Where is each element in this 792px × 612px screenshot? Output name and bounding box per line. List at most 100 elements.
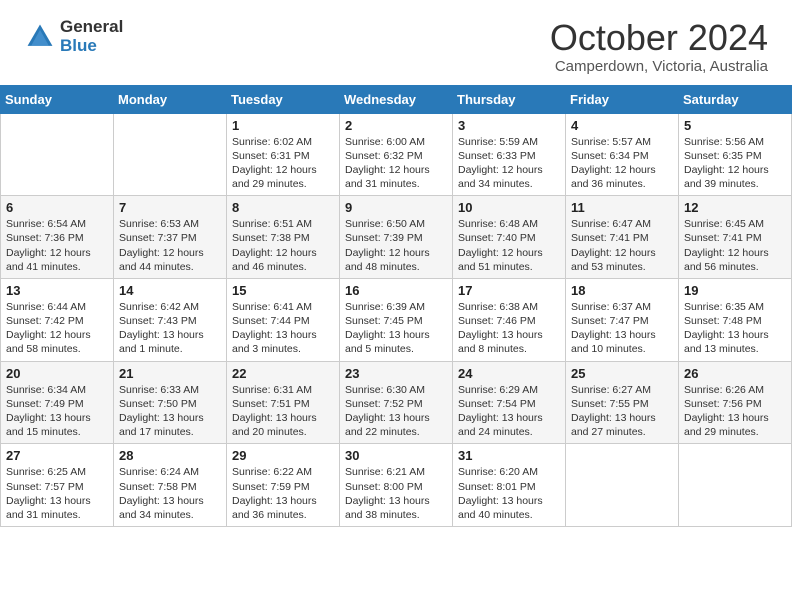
day-info: Sunrise: 6:21 AM Sunset: 8:00 PM Dayligh… bbox=[345, 465, 447, 522]
day-number: 20 bbox=[6, 366, 108, 381]
calendar-cell: 9 Sunrise: 6:50 AM Sunset: 7:39 PM Daylig… bbox=[340, 196, 453, 279]
day-number: 7 bbox=[119, 200, 221, 215]
day-info: Sunrise: 6:00 AM Sunset: 6:32 PM Dayligh… bbox=[345, 135, 447, 192]
weekday-header-wednesday: Wednesday bbox=[340, 85, 453, 113]
day-info: Sunrise: 6:33 AM Sunset: 7:50 PM Dayligh… bbox=[119, 383, 221, 440]
day-info: Sunrise: 6:26 AM Sunset: 7:56 PM Dayligh… bbox=[684, 383, 786, 440]
day-info: Sunrise: 6:37 AM Sunset: 7:47 PM Dayligh… bbox=[571, 300, 673, 357]
weekday-header-row: SundayMondayTuesdayWednesdayThursdayFrid… bbox=[1, 85, 792, 113]
day-info: Sunrise: 6:42 AM Sunset: 7:43 PM Dayligh… bbox=[119, 300, 221, 357]
day-number: 10 bbox=[458, 200, 560, 215]
calendar-cell: 16 Sunrise: 6:39 AM Sunset: 7:45 PM Dayli… bbox=[340, 278, 453, 361]
calendar-table: SundayMondayTuesdayWednesdayThursdayFrid… bbox=[0, 85, 792, 527]
day-number: 8 bbox=[232, 200, 334, 215]
day-info: Sunrise: 6:29 AM Sunset: 7:54 PM Dayligh… bbox=[458, 383, 560, 440]
calendar-cell: 6 Sunrise: 6:54 AM Sunset: 7:36 PM Daylig… bbox=[1, 196, 114, 279]
day-info: Sunrise: 6:54 AM Sunset: 7:36 PM Dayligh… bbox=[6, 217, 108, 274]
day-info: Sunrise: 6:20 AM Sunset: 8:01 PM Dayligh… bbox=[458, 465, 560, 522]
calendar-cell: 8Sunrise: 6:51 AM Sunset: 7:38 PM Daylig… bbox=[227, 196, 340, 279]
calendar-cell bbox=[679, 444, 792, 527]
calendar-cell: 5Sunrise: 5:56 AM Sunset: 6:35 PM Daylig… bbox=[679, 113, 792, 196]
calendar-cell: 31 Sunrise: 6:20 AM Sunset: 8:01 PM Dayli… bbox=[453, 444, 566, 527]
day-number: 9 bbox=[345, 200, 447, 215]
calendar-cell: 19 Sunrise: 6:35 AM Sunset: 7:48 PM Dayli… bbox=[679, 278, 792, 361]
day-number: 24 bbox=[458, 366, 560, 381]
day-number: 4 bbox=[571, 118, 673, 133]
day-number: 29 bbox=[232, 448, 334, 463]
day-number: 18 bbox=[571, 283, 673, 298]
day-number: 19 bbox=[684, 283, 786, 298]
calendar-cell: 30Sunrise: 6:21 AM Sunset: 8:00 PM Dayli… bbox=[340, 444, 453, 527]
logo-blue: Blue bbox=[60, 37, 123, 56]
location-subtitle: Camperdown, Victoria, Australia bbox=[550, 58, 768, 75]
day-number: 6 bbox=[6, 200, 108, 215]
day-info: Sunrise: 5:59 AM Sunset: 6:33 PM Dayligh… bbox=[458, 135, 560, 192]
weekday-header-sunday: Sunday bbox=[1, 85, 114, 113]
day-info: Sunrise: 6:25 AM Sunset: 7:57 PM Dayligh… bbox=[6, 465, 108, 522]
day-info: Sunrise: 6:22 AM Sunset: 7:59 PM Dayligh… bbox=[232, 465, 334, 522]
logo-text: General Blue bbox=[60, 18, 123, 55]
day-number: 3 bbox=[458, 118, 560, 133]
logo: General Blue bbox=[24, 18, 123, 55]
calendar-cell: 11 Sunrise: 6:47 AM Sunset: 7:41 PM Dayli… bbox=[566, 196, 679, 279]
day-info: Sunrise: 6:30 AM Sunset: 7:52 PM Dayligh… bbox=[345, 383, 447, 440]
calendar-cell bbox=[1, 113, 114, 196]
day-number: 22 bbox=[232, 366, 334, 381]
calendar-cell: 24 Sunrise: 6:29 AM Sunset: 7:54 PM Dayli… bbox=[453, 361, 566, 444]
day-info: Sunrise: 6:24 AM Sunset: 7:58 PM Dayligh… bbox=[119, 465, 221, 522]
day-number: 16 bbox=[345, 283, 447, 298]
day-info: Sunrise: 6:44 AM Sunset: 7:42 PM Dayligh… bbox=[6, 300, 108, 357]
day-number: 5 bbox=[684, 118, 786, 133]
calendar-cell: 26Sunrise: 6:26 AM Sunset: 7:56 PM Dayli… bbox=[679, 361, 792, 444]
day-number: 11 bbox=[571, 200, 673, 215]
day-number: 21 bbox=[119, 366, 221, 381]
calendar-cell: 2 Sunrise: 6:00 AM Sunset: 6:32 PM Daylig… bbox=[340, 113, 453, 196]
day-number: 31 bbox=[458, 448, 560, 463]
week-row-1: 1 Sunrise: 6:02 AM Sunset: 6:31 PM Daylig… bbox=[1, 113, 792, 196]
day-info: Sunrise: 6:34 AM Sunset: 7:49 PM Dayligh… bbox=[6, 383, 108, 440]
calendar-cell: 20 Sunrise: 6:34 AM Sunset: 7:49 PM Dayli… bbox=[1, 361, 114, 444]
calendar-cell: 23Sunrise: 6:30 AM Sunset: 7:52 PM Dayli… bbox=[340, 361, 453, 444]
calendar-cell: 22Sunrise: 6:31 AM Sunset: 7:51 PM Dayli… bbox=[227, 361, 340, 444]
week-row-2: 6 Sunrise: 6:54 AM Sunset: 7:36 PM Daylig… bbox=[1, 196, 792, 279]
calendar-cell: 4Sunrise: 5:57 AM Sunset: 6:34 PM Daylig… bbox=[566, 113, 679, 196]
day-info: Sunrise: 6:50 AM Sunset: 7:39 PM Dayligh… bbox=[345, 217, 447, 274]
title-block: October 2024 Camperdown, Victoria, Austr… bbox=[550, 18, 768, 75]
day-info: Sunrise: 6:39 AM Sunset: 7:45 PM Dayligh… bbox=[345, 300, 447, 357]
day-info: Sunrise: 6:45 AM Sunset: 7:41 PM Dayligh… bbox=[684, 217, 786, 274]
weekday-header-friday: Friday bbox=[566, 85, 679, 113]
day-number: 13 bbox=[6, 283, 108, 298]
calendar-cell: 3 Sunrise: 5:59 AM Sunset: 6:33 PM Daylig… bbox=[453, 113, 566, 196]
day-info: Sunrise: 6:35 AM Sunset: 7:48 PM Dayligh… bbox=[684, 300, 786, 357]
day-number: 17 bbox=[458, 283, 560, 298]
day-number: 25 bbox=[571, 366, 673, 381]
day-number: 2 bbox=[345, 118, 447, 133]
day-info: Sunrise: 6:27 AM Sunset: 7:55 PM Dayligh… bbox=[571, 383, 673, 440]
calendar-cell: 18 Sunrise: 6:37 AM Sunset: 7:47 PM Dayli… bbox=[566, 278, 679, 361]
calendar-cell: 14 Sunrise: 6:42 AM Sunset: 7:43 PM Dayli… bbox=[114, 278, 227, 361]
calendar-cell bbox=[114, 113, 227, 196]
calendar-cell: 29 Sunrise: 6:22 AM Sunset: 7:59 PM Dayli… bbox=[227, 444, 340, 527]
day-info: Sunrise: 6:47 AM Sunset: 7:41 PM Dayligh… bbox=[571, 217, 673, 274]
day-number: 28 bbox=[119, 448, 221, 463]
week-row-3: 13 Sunrise: 6:44 AM Sunset: 7:42 PM Dayli… bbox=[1, 278, 792, 361]
calendar-cell: 25 Sunrise: 6:27 AM Sunset: 7:55 PM Dayli… bbox=[566, 361, 679, 444]
calendar-cell: 15 Sunrise: 6:41 AM Sunset: 7:44 PM Dayli… bbox=[227, 278, 340, 361]
calendar-cell: 28 Sunrise: 6:24 AM Sunset: 7:58 PM Dayli… bbox=[114, 444, 227, 527]
day-number: 14 bbox=[119, 283, 221, 298]
logo-general: General bbox=[60, 18, 123, 37]
day-number: 15 bbox=[232, 283, 334, 298]
day-number: 12 bbox=[684, 200, 786, 215]
week-row-5: 27 Sunrise: 6:25 AM Sunset: 7:57 PM Dayli… bbox=[1, 444, 792, 527]
day-number: 1 bbox=[232, 118, 334, 133]
day-info: Sunrise: 6:02 AM Sunset: 6:31 PM Dayligh… bbox=[232, 135, 334, 192]
calendar-cell bbox=[566, 444, 679, 527]
calendar-cell: 7 Sunrise: 6:53 AM Sunset: 7:37 PM Daylig… bbox=[114, 196, 227, 279]
day-info: Sunrise: 6:41 AM Sunset: 7:44 PM Dayligh… bbox=[232, 300, 334, 357]
weekday-header-thursday: Thursday bbox=[453, 85, 566, 113]
day-info: Sunrise: 6:53 AM Sunset: 7:37 PM Dayligh… bbox=[119, 217, 221, 274]
calendar-cell: 12 Sunrise: 6:45 AM Sunset: 7:41 PM Dayli… bbox=[679, 196, 792, 279]
weekday-header-saturday: Saturday bbox=[679, 85, 792, 113]
weekday-header-tuesday: Tuesday bbox=[227, 85, 340, 113]
day-number: 27 bbox=[6, 448, 108, 463]
